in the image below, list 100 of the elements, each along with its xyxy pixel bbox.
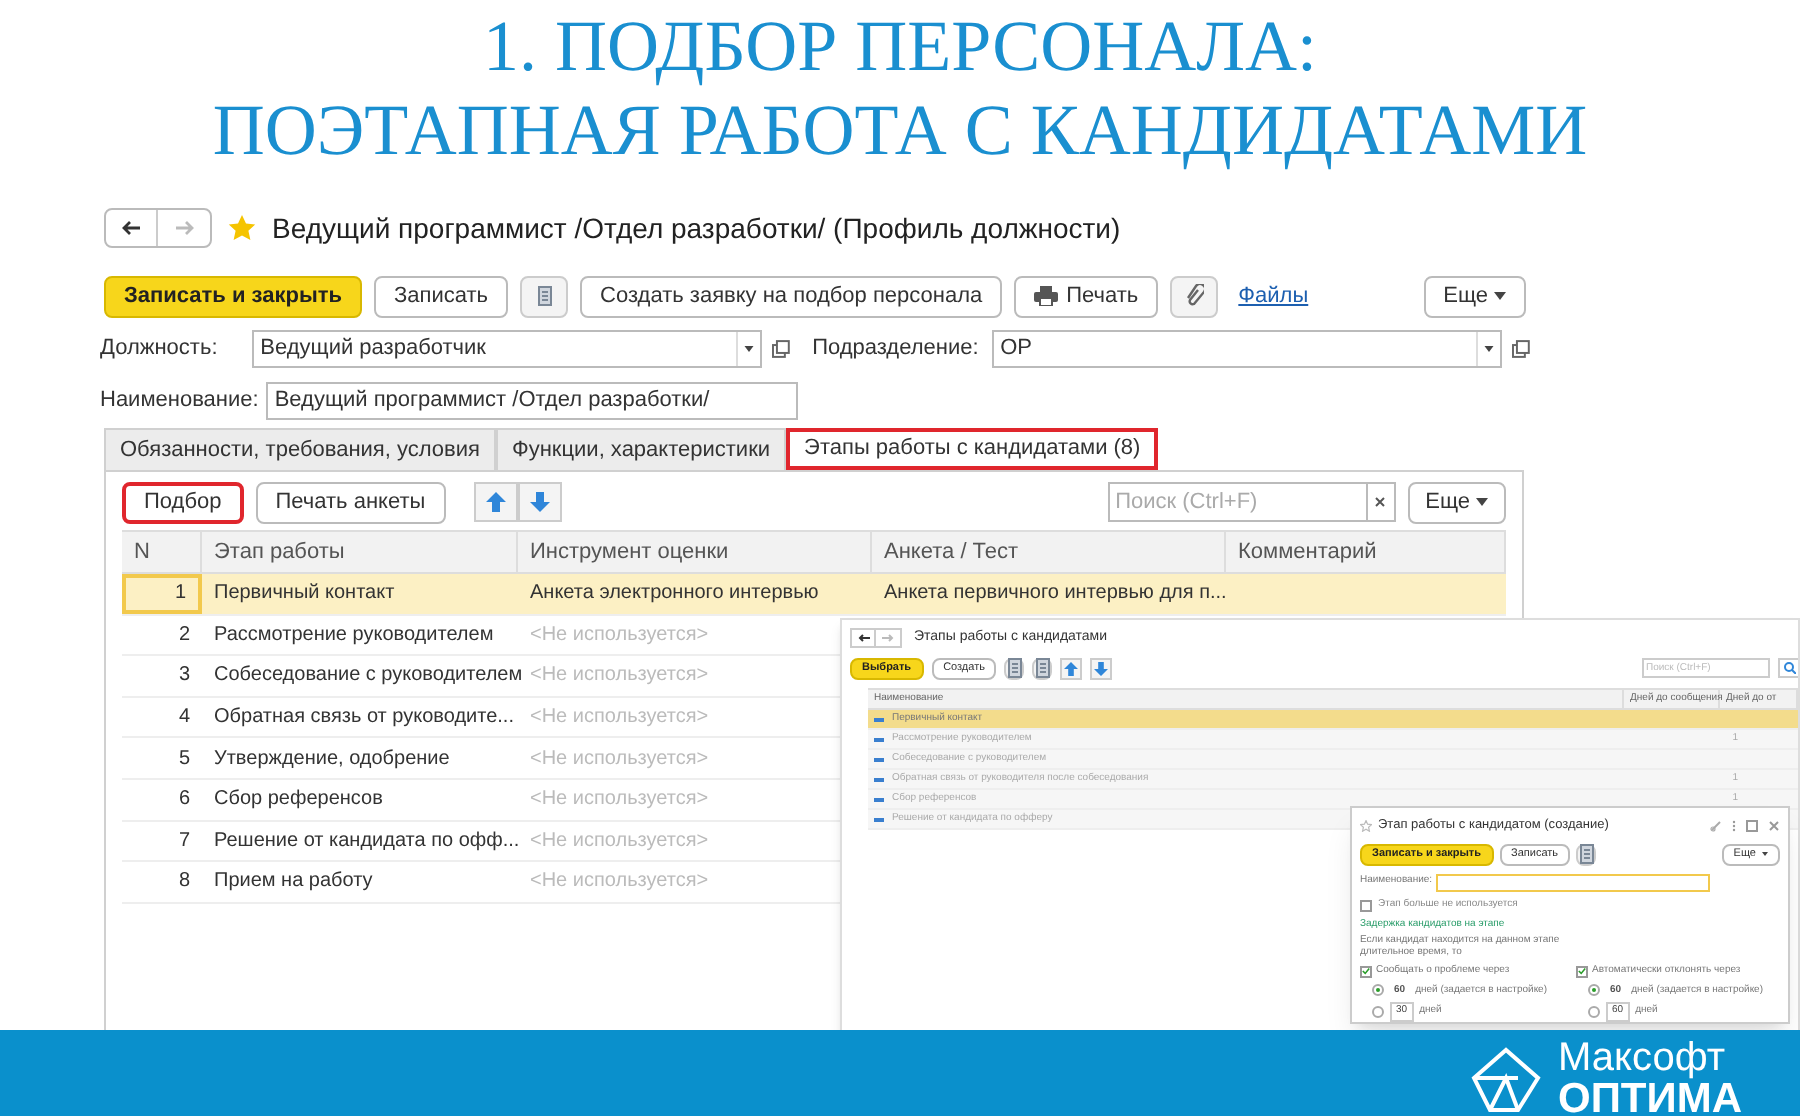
- table-cell-text: 6: [176, 786, 192, 815]
- list-icon: [1007, 658, 1022, 678]
- table-cell-text: Собеседование с руководителем: [212, 662, 518, 691]
- list-icon: [537, 286, 552, 306]
- toolbar-button[interactable]: Записать: [374, 275, 509, 317]
- more-button[interactable]: Еще: [1407, 481, 1506, 523]
- dropdown-field[interactable]: ОР: [992, 329, 1503, 367]
- tab[interactable]: Функции, характеристики: [495, 428, 787, 470]
- tab[interactable]: Этапы работы с кандидатами (8): [786, 428, 1159, 470]
- printer-icon: [1034, 286, 1059, 306]
- selected-row[interactable]: 1 Первичный контакт Анкета электронного интервью Анкета первичного интервью для п...: [122, 574, 1506, 616]
- table-cell-text: <Не используется>: [528, 786, 711, 815]
- back-arrow-icon: [857, 634, 869, 642]
- document-list-button[interactable]: [1004, 657, 1025, 679]
- dash-icon: [874, 777, 884, 781]
- checkbox[interactable]: [1576, 965, 1588, 978]
- back-arrow-icon: [121, 220, 141, 236]
- column-header: Инструмент оценки: [518, 532, 872, 572]
- move-down-button[interactable]: [1090, 657, 1113, 679]
- column-header: Этап работы: [202, 532, 518, 572]
- table-cell-text: <Не используется>: [528, 662, 711, 691]
- checkbox[interactable]: [1360, 965, 1372, 978]
- toolbar-button[interactable]: Подбор: [122, 481, 244, 523]
- down-arrow-icon: [1094, 661, 1109, 675]
- table-cell-text: Первичный контакт: [212, 580, 397, 609]
- more-button[interactable]: Еще: [1423, 275, 1526, 317]
- radio-button[interactable]: [1372, 1005, 1384, 1018]
- close-icon: [1374, 496, 1387, 508]
- document-list-button[interactable]: [520, 275, 569, 317]
- move-down-button[interactable]: [517, 482, 562, 522]
- table-cell-text: 4: [176, 704, 192, 733]
- table-cell-text: <Не используется>: [528, 868, 711, 897]
- dropdown-field[interactable]: Ведущий разработчик: [252, 329, 763, 367]
- checkbox[interactable]: [1360, 899, 1372, 912]
- paperclip-icon: [1184, 284, 1205, 308]
- table-cell-text: <Не используется>: [528, 827, 711, 856]
- table-cell-text: Анкета первичного интервью для п...: [882, 580, 1226, 609]
- name-field[interactable]: [1436, 873, 1711, 891]
- table-cell-text: <Не используется>: [528, 745, 711, 774]
- table-cell-text: 2: [176, 621, 192, 650]
- link-icon: [1710, 820, 1722, 832]
- table-cell-text: 8: [176, 868, 192, 897]
- star-icon: [228, 214, 256, 242]
- dash-icon: [874, 797, 884, 801]
- move-up-button[interactable]: [473, 482, 518, 522]
- table-cell-text: 7: [176, 827, 192, 856]
- move-up-button[interactable]: [1060, 657, 1083, 679]
- search-icon: [1784, 662, 1796, 674]
- dash-icon: [874, 817, 884, 821]
- search-button[interactable]: [1778, 658, 1798, 678]
- field-label: Должность:: [100, 333, 220, 364]
- field-label: Наименование:: [100, 385, 259, 416]
- dash-icon: [874, 737, 884, 741]
- tab[interactable]: Обязанности, требования, условия: [104, 428, 496, 470]
- table-cell-text: Сбор референсов: [212, 786, 385, 815]
- table-cell-text: Прием на работу: [212, 868, 375, 897]
- logo-icon: [1470, 1045, 1542, 1113]
- table-cell-text: Анкета электронного интервью: [528, 580, 821, 609]
- check-icon: [1578, 966, 1586, 977]
- table-cell-text: Утверждение, одобрение: [212, 745, 452, 774]
- search-field[interactable]: Поиск (Ctrl+F): [1107, 482, 1368, 522]
- caret-icon: [1762, 852, 1768, 856]
- radio-button[interactable]: [1372, 984, 1384, 997]
- forward-arrow-icon: [174, 220, 194, 236]
- column-header: N: [122, 532, 202, 572]
- list-icon: [1035, 658, 1050, 678]
- list-icon: [1579, 844, 1594, 864]
- print-button[interactable]: Печать: [1014, 275, 1159, 317]
- table-cell: 1: [122, 574, 202, 614]
- caret-icon: [1484, 345, 1495, 351]
- radio-button[interactable]: [1588, 984, 1600, 997]
- brand-name: ОПТИМА: [1558, 1078, 1743, 1116]
- close-icon: [1768, 820, 1780, 832]
- star-icon: [1360, 820, 1372, 832]
- document-list-button[interactable]: [1032, 657, 1053, 679]
- dash-icon: [874, 717, 884, 721]
- slide-title: 1. ПОДБОР ПЕРСОНАЛА:: [482, 4, 1318, 88]
- clear-button[interactable]: [1367, 482, 1396, 522]
- save-and-close-button[interactable]: Записать и закрыть: [104, 275, 363, 317]
- dash-icon: [874, 757, 884, 761]
- files-link[interactable]: Файлы: [1230, 279, 1317, 313]
- attach-button[interactable]: [1170, 275, 1219, 317]
- table-cell-text: <Не используется>: [528, 704, 711, 733]
- form-title: Ведущий программист /Отдел разработки/ (Профиль должности): [272, 209, 1121, 248]
- table-cell-text: Решение от кандидата по офф...: [212, 827, 518, 856]
- table-cell-text: 5: [176, 745, 192, 774]
- radio-button[interactable]: [1588, 1005, 1600, 1018]
- open-icon: [772, 339, 791, 357]
- down-arrow-icon: [529, 492, 550, 512]
- toolbar-button[interactable]: Создать заявку на подбор персонала: [580, 275, 1003, 317]
- document-list-button[interactable]: [1576, 843, 1597, 865]
- table-cell-text: 3: [176, 662, 192, 691]
- check-icon: [1362, 966, 1370, 977]
- toolbar-button[interactable]: Печать анкеты: [255, 481, 446, 523]
- brand-name: Максофт: [1558, 1038, 1728, 1078]
- name-field[interactable]: Ведущий программист /Отдел разработки/: [266, 381, 799, 419]
- column-header: Комментарий: [1226, 532, 1506, 572]
- caret-icon: [744, 345, 755, 351]
- table-cell-text: Обратная связь от руководите...: [212, 704, 516, 733]
- up-arrow-icon: [1064, 661, 1079, 675]
